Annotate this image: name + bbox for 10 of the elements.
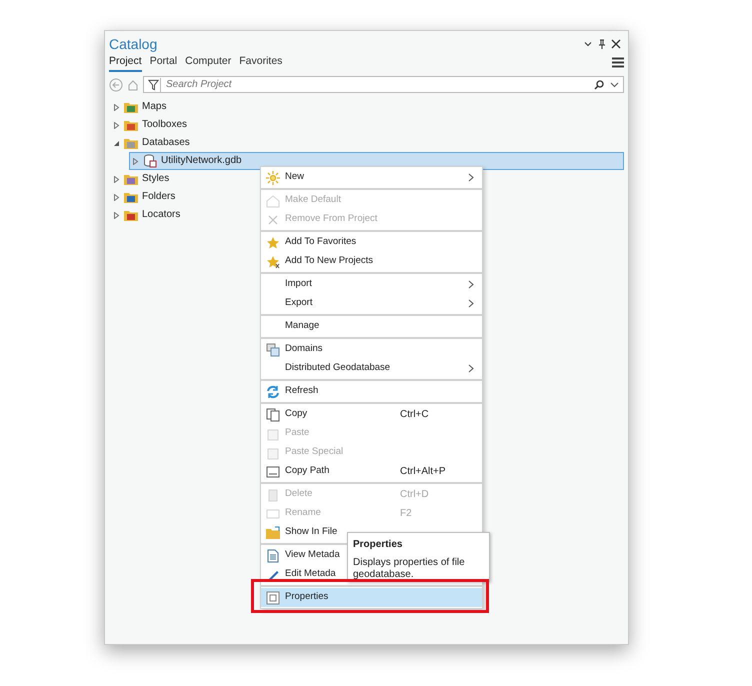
tree-label: UtilityNetwork.gdb bbox=[161, 155, 242, 167]
tooltip-title: Properties bbox=[353, 538, 404, 552]
tree-label: Folders bbox=[142, 191, 176, 203]
tree-label: Locators bbox=[142, 209, 180, 221]
tree-label: Toolboxes bbox=[142, 119, 188, 131]
tree-label: Databases bbox=[142, 137, 190, 149]
tree-label: Styles bbox=[142, 173, 170, 185]
panel-title: Catalog bbox=[109, 35, 158, 53]
tooltip-text: Displays properties of file geodatabase. bbox=[353, 557, 466, 581]
tree-label: Maps bbox=[142, 101, 166, 113]
